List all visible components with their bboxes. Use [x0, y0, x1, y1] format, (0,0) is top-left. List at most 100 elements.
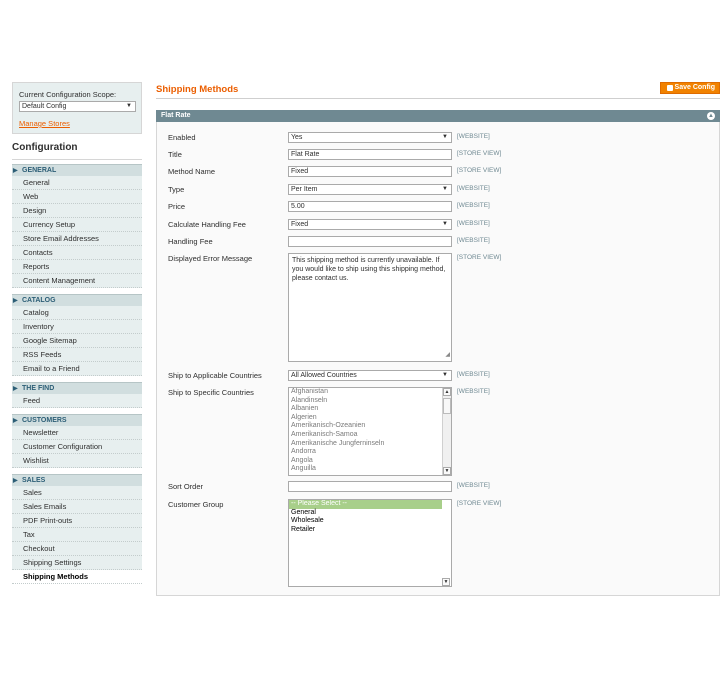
- customer-group-scope: [STORE VIEW]: [457, 500, 502, 507]
- sidebar-item-inventory[interactable]: Inventory: [12, 320, 142, 334]
- section-head-catalog[interactable]: ▶ CATALOG: [12, 294, 142, 306]
- chevron-right-icon: ▶: [13, 298, 18, 304]
- sidebar-item-rss-feeds[interactable]: RSS Feeds: [12, 348, 142, 362]
- sidebar-item-newsletter[interactable]: Newsletter: [12, 426, 142, 440]
- list-option[interactable]: -- Please Select --: [289, 500, 451, 509]
- sidebar-item-reports[interactable]: Reports: [12, 260, 142, 274]
- page-title: Shipping Methods: [156, 84, 239, 95]
- sidebar-item-customer-configuration[interactable]: Customer Configuration: [12, 440, 142, 454]
- customer-group-label: Customer Group: [168, 500, 224, 509]
- type-scope: [WEBSITE]: [457, 185, 490, 192]
- sidebar-item-store-email-addresses[interactable]: Store Email Addresses: [12, 232, 142, 246]
- flat-rate-header[interactable]: Flat Rate ▲: [156, 110, 720, 122]
- price-input[interactable]: 5.00: [288, 201, 452, 212]
- list-option[interactable]: Anguilla: [289, 465, 451, 474]
- section-head-label: THE FIND: [22, 385, 55, 392]
- sidebar-item-pdf-print-outs[interactable]: PDF Print-outs: [12, 514, 142, 528]
- sidebar-item-shipping-methods[interactable]: Shipping Methods: [12, 570, 142, 584]
- sidebar-item-currency-setup[interactable]: Currency Setup: [12, 218, 142, 232]
- title-input[interactable]: Flat Rate: [288, 149, 452, 160]
- section-head-customers[interactable]: ▶ CUSTOMERS: [12, 414, 142, 426]
- error-msg-scope: [STORE VIEW]: [457, 254, 502, 261]
- section-head-the-find[interactable]: ▶ THE FIND: [12, 382, 142, 394]
- list-option[interactable]: Amerikanisch-Ozeanien: [289, 422, 451, 431]
- list-option[interactable]: Andorra: [289, 448, 451, 457]
- list-option[interactable]: Angola: [289, 457, 451, 466]
- scroll-down-icon[interactable]: ▼: [442, 578, 450, 586]
- sidebar-item-catalog[interactable]: Catalog: [12, 306, 142, 320]
- sidebar-item-shipping-settings[interactable]: Shipping Settings: [12, 556, 142, 570]
- enabled-scope: [WEBSITE]: [457, 133, 490, 140]
- customer-group-listbox[interactable]: -- Please Select -- General Wholesale Retai…: [288, 499, 452, 587]
- specific-countries-label: Ship to Specific Countries: [168, 388, 254, 397]
- config-nav: ▶ GENERAL General Web Design Currency Setup St…: [12, 164, 142, 584]
- type-select[interactable]: Per Item ▼: [288, 184, 452, 195]
- countries-scrollbar[interactable]: ▲ ▼: [442, 388, 451, 475]
- section-head-label: GENERAL: [22, 167, 57, 174]
- specific-countries-listbox[interactable]: Afghanistan Alandinseln Albanien Algerien Am…: [288, 387, 452, 476]
- list-option[interactable]: Algerien: [289, 414, 451, 423]
- sidebar-item-feed[interactable]: Feed: [12, 394, 142, 408]
- scroll-up-icon[interactable]: ▲: [443, 388, 451, 396]
- list-option[interactable]: Amerikanische Jungferninseln: [289, 440, 451, 449]
- chevron-right-icon: ▶: [13, 168, 18, 174]
- list-option[interactable]: Retailer: [289, 526, 451, 535]
- handling-calc-value: Fixed: [291, 221, 309, 228]
- section-head-general[interactable]: ▶ GENERAL: [12, 164, 142, 176]
- sort-order-label: Sort Order: [168, 482, 204, 491]
- sidebar-item-general[interactable]: General: [12, 176, 142, 190]
- sidebar-item-checkout[interactable]: Checkout: [12, 542, 142, 556]
- price-label: Price: [168, 202, 186, 211]
- type-label: Type: [168, 185, 185, 194]
- handling-calc-label: Calculate Handling Fee: [168, 220, 246, 229]
- sidebar-item-design[interactable]: Design: [12, 204, 142, 218]
- list-option[interactable]: Albanien: [289, 405, 451, 414]
- list-option[interactable]: Alandinseln: [289, 397, 451, 406]
- save-config-button[interactable]: Save Config: [660, 82, 720, 94]
- fieldset-title: Flat Rate: [161, 112, 191, 119]
- applicable-countries-label: Ship to Applicable Countries: [168, 371, 262, 380]
- enabled-label: Enabled: [168, 133, 196, 142]
- sidebar-item-google-sitemap[interactable]: Google Sitemap: [12, 334, 142, 348]
- handling-fee-label: Handling Fee: [168, 237, 213, 246]
- enabled-select[interactable]: Yes ▼: [288, 132, 452, 143]
- scope-select[interactable]: Default Config ▼: [19, 101, 136, 112]
- chevron-down-icon: ▼: [442, 134, 448, 140]
- sidebar-item-content-management[interactable]: Content Management: [12, 274, 142, 288]
- sidebar-item-wishlist[interactable]: Wishlist: [12, 454, 142, 468]
- method-name-scope: [STORE VIEW]: [457, 167, 502, 174]
- scroll-down-icon[interactable]: ▼: [443, 467, 451, 475]
- manage-stores-link[interactable]: Manage Stores: [19, 119, 135, 128]
- resize-handle-icon[interactable]: ◢: [445, 351, 450, 360]
- chevron-down-icon: ▼: [442, 221, 448, 227]
- groups-scrollbar[interactable]: ▼: [442, 500, 451, 586]
- list-option[interactable]: Afghanistan: [289, 388, 451, 397]
- sidebar-item-sales-emails[interactable]: Sales Emails: [12, 500, 142, 514]
- list-option[interactable]: General: [289, 509, 451, 518]
- specific-countries-scope: [WEBSITE]: [457, 388, 490, 395]
- method-name-input[interactable]: Fixed: [288, 166, 452, 177]
- sidebar-item-tax[interactable]: Tax: [12, 528, 142, 542]
- sidebar-item-sales[interactable]: Sales: [12, 486, 142, 500]
- section-head-sales[interactable]: ▶ SALES: [12, 474, 142, 486]
- error-msg-label: Displayed Error Message: [168, 254, 253, 263]
- sidebar-item-web[interactable]: Web: [12, 190, 142, 204]
- collapse-icon[interactable]: ▲: [707, 112, 715, 120]
- error-msg-textarea[interactable]: This shipping method is currently unavai…: [288, 253, 452, 362]
- title-divider: [156, 98, 720, 99]
- list-option[interactable]: Wholesale: [289, 517, 451, 526]
- scope-label: Current Configuration Scope:: [19, 90, 117, 99]
- title-scope: [STORE VIEW]: [457, 150, 502, 157]
- scroll-thumb[interactable]: [443, 398, 451, 414]
- scope-select-value: Default Config: [22, 103, 67, 110]
- sidebar-item-email-to-a-friend[interactable]: Email to a Friend: [12, 362, 142, 376]
- handling-fee-input[interactable]: [288, 236, 452, 247]
- price-value: 5.00: [291, 203, 305, 210]
- sidebar-item-contacts[interactable]: Contacts: [12, 246, 142, 260]
- chevron-right-icon: ▶: [13, 418, 18, 424]
- list-option[interactable]: Amerikanisch-Samoa: [289, 431, 451, 440]
- handling-calc-select[interactable]: Fixed ▼: [288, 219, 452, 230]
- enabled-value: Yes: [291, 134, 303, 141]
- sort-order-input[interactable]: [288, 481, 452, 492]
- applicable-countries-select[interactable]: All Allowed Countries ▼: [288, 370, 452, 381]
